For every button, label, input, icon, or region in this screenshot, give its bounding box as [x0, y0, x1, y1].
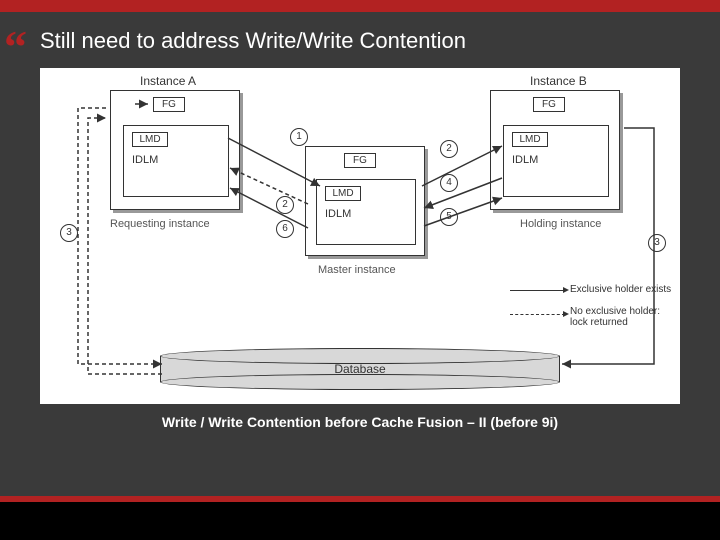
master-idlm: IDLM: [325, 208, 351, 220]
master-box: FG LMD IDLM: [305, 146, 425, 256]
legend-dashed-text: No exclusive holder: lock returned: [570, 306, 680, 328]
step-1: 1: [290, 128, 308, 146]
diagram-caption: Write / Write Contention before Cache Fu…: [0, 414, 720, 430]
legend-dashed-line: [510, 314, 565, 315]
database-cylinder: Database: [160, 348, 560, 390]
instance-b-label: Instance B: [530, 74, 587, 88]
instance-b-fg: FG: [533, 97, 565, 112]
instance-a-idlm: IDLM: [132, 154, 158, 166]
master-lmd: LMD: [325, 186, 361, 201]
step-4: 4: [440, 174, 458, 192]
instance-a-inner: LMD IDLM: [123, 125, 229, 197]
database-label: Database: [160, 362, 560, 376]
slide-title: Still need to address Write/Write Conten…: [40, 28, 466, 54]
bullet-quote-icon: “: [4, 20, 27, 73]
instance-b-lmd: LMD: [512, 132, 548, 147]
step-2a: 2: [276, 196, 294, 214]
bottom-black-bar: [0, 502, 720, 540]
instance-a-label: Instance A: [140, 74, 196, 88]
master-fg: FG: [344, 153, 376, 168]
step-2b: 2: [440, 140, 458, 158]
step-3b: 3: [648, 234, 666, 252]
instance-a-lmd: LMD: [132, 132, 168, 147]
instance-b-inner: LMD IDLM: [503, 125, 609, 197]
instance-b-idlm: IDLM: [512, 154, 538, 166]
master-role: Master instance: [318, 264, 396, 276]
legend-solid-text: Exclusive holder exists: [570, 284, 680, 295]
legend-solid-line: [510, 290, 565, 291]
instance-b-box: FG LMD IDLM: [490, 90, 620, 210]
instance-a-box: FG LMD IDLM: [110, 90, 240, 210]
top-accent-bar: [0, 0, 720, 12]
step-5: 5: [440, 208, 458, 226]
instance-a-fg: FG: [153, 97, 185, 112]
instance-b-role: Holding instance: [520, 218, 601, 230]
master-inner: LMD IDLM: [316, 179, 416, 245]
step-3a: 3: [60, 224, 78, 242]
instance-a-role: Requesting instance: [110, 218, 210, 230]
step-6: 6: [276, 220, 294, 238]
contention-diagram: Instance A FG LMD IDLM Requesting instan…: [40, 68, 680, 404]
